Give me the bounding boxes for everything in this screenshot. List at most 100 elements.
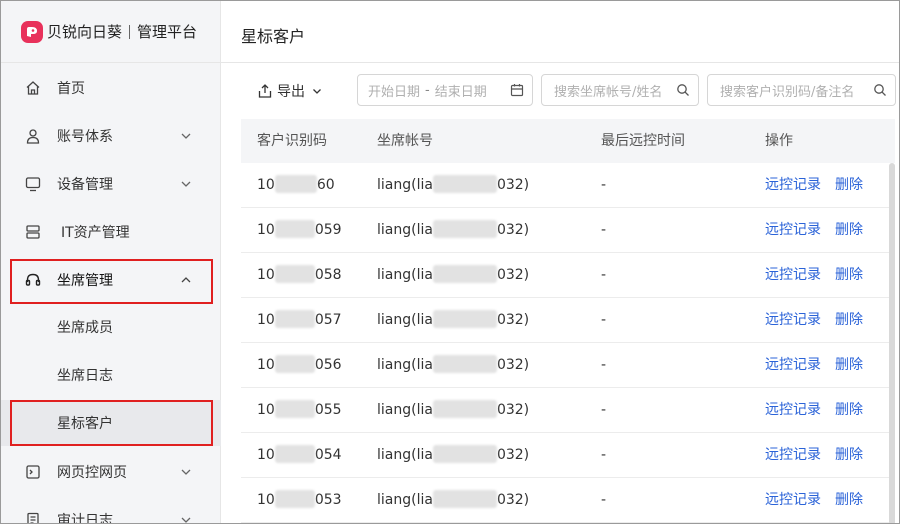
column-header-client-code: 客户识别码 xyxy=(257,133,327,149)
chevron-down-icon xyxy=(181,181,191,187)
remote-records-link[interactable]: 远控记录 xyxy=(765,478,821,523)
redacted-mask xyxy=(274,264,315,283)
table-row: 10 60 liang(lia 032) - 远控记录 删除 xyxy=(241,163,895,208)
agent-account-cell: liang(lia 032) xyxy=(377,163,529,208)
nav-item-agent-management[interactable]: 坐席管理 xyxy=(1,257,221,303)
table-row: 10 055 liang(lia 032) - 远控记录 删除 xyxy=(241,388,895,433)
brand-section: 管理平台 xyxy=(137,23,198,41)
nav-item-home[interactable]: 首页 xyxy=(1,65,221,111)
remote-records-link[interactable]: 远控记录 xyxy=(765,343,821,388)
main-content: 星标客户 导出 开始日期 - 结束日期 搜索坐席帐号/姓名 搜索客户识别码/备注… xyxy=(221,1,899,523)
agent-account-suffix: 032) xyxy=(496,312,530,328)
redacted-mask xyxy=(432,489,497,508)
chevron-down-icon xyxy=(181,469,191,475)
agent-account-cell: liang(lia 032) xyxy=(377,253,529,298)
table-scrollbar[interactable] xyxy=(889,163,895,523)
last-remote-time-cell: - xyxy=(601,402,607,418)
delete-link[interactable]: 删除 xyxy=(835,253,863,298)
date-range-picker[interactable]: 开始日期 - 结束日期 xyxy=(357,74,533,106)
agent-account-cell: liang(lia 032) xyxy=(377,388,529,433)
agent-account-cell: liang(lia 032) xyxy=(377,208,529,253)
remote-records-link[interactable]: 远控记录 xyxy=(765,208,821,253)
agent-account-suffix: 032) xyxy=(496,177,530,193)
calendar-icon xyxy=(510,84,524,97)
delete-link[interactable]: 删除 xyxy=(835,388,863,433)
table-row: 10 059 liang(lia 032) - 远控记录 删除 xyxy=(241,208,895,253)
nav-item-label: 首页 xyxy=(57,81,85,97)
client-code-cell: 10 055 xyxy=(257,388,342,433)
agent-account-prefix: liang(lia xyxy=(377,312,433,328)
nav-item-audit-logs[interactable]: 审计日志 xyxy=(1,497,221,524)
nav-item-it-assets[interactable]: IT资产管理 xyxy=(1,209,221,255)
sub-item-agent-logs[interactable]: 坐席日志 xyxy=(1,352,221,398)
redacted-mask xyxy=(274,399,315,418)
page-title: 星标客户 xyxy=(241,27,306,46)
remote-records-link[interactable]: 远控记录 xyxy=(765,253,821,298)
client-code-cell: 10 059 xyxy=(257,208,342,253)
brand-header: 贝锐向日葵 管理平台 xyxy=(1,1,221,63)
last-remote-time-cell: - xyxy=(601,267,607,283)
delete-link[interactable]: 删除 xyxy=(835,163,863,208)
redacted-mask xyxy=(432,354,497,373)
nav-item-web-control[interactable]: 网页控网页 xyxy=(1,449,221,495)
delete-link[interactable]: 删除 xyxy=(835,343,863,388)
redacted-mask xyxy=(432,444,497,463)
export-icon xyxy=(258,84,272,98)
last-remote-time-cell: - xyxy=(601,312,607,328)
agent-account-prefix: liang(lia xyxy=(377,357,433,373)
redacted-mask xyxy=(432,219,497,238)
client-code-prefix: 10 xyxy=(257,357,275,373)
chevron-down-icon xyxy=(181,133,191,139)
sub-item-starred-clients[interactable]: 星标客户 xyxy=(1,400,221,446)
table-row: 10 057 liang(lia 032) - 远控记录 删除 xyxy=(241,298,895,343)
header-divider xyxy=(221,62,899,63)
redacted-mask xyxy=(274,489,315,508)
delete-link[interactable]: 删除 xyxy=(835,433,863,478)
terminal-icon xyxy=(24,463,42,481)
delete-link[interactable]: 删除 xyxy=(835,478,863,523)
nav-item-devices[interactable]: 设备管理 xyxy=(1,161,221,207)
brand-divider xyxy=(129,24,131,39)
export-button[interactable]: 导出 xyxy=(257,79,323,103)
client-code-suffix: 059 xyxy=(314,222,342,238)
client-code-cell: 10 60 xyxy=(257,163,335,208)
client-code-cell: 10 058 xyxy=(257,253,342,298)
brand-name: 贝锐向日葵 xyxy=(47,23,123,41)
sub-item-label: 星标客户 xyxy=(57,416,113,432)
sub-item-label: 坐席日志 xyxy=(57,368,113,384)
client-code-prefix: 10 xyxy=(257,402,275,418)
table-row: 10 056 liang(lia 032) - 远控记录 删除 xyxy=(241,343,895,388)
search-client-placeholder: 搜索客户识别码/备注名 xyxy=(720,84,855,100)
remote-records-link[interactable]: 远控记录 xyxy=(765,163,821,208)
remote-records-link[interactable]: 远控记录 xyxy=(765,388,821,433)
remote-records-link[interactable]: 远控记录 xyxy=(765,298,821,343)
nav-item-label: 审计日志 xyxy=(57,513,113,524)
remote-records-link[interactable]: 远控记录 xyxy=(765,433,821,478)
search-client-input[interactable]: 搜索客户识别码/备注名 xyxy=(707,74,896,106)
column-header-last-remote-time: 最后远控时间 xyxy=(601,133,685,149)
last-remote-time-cell: - xyxy=(601,222,607,238)
agent-account-cell: liang(lia 032) xyxy=(377,433,529,478)
nav-item-label: 设备管理 xyxy=(57,177,113,193)
agent-account-suffix: 032) xyxy=(496,357,530,373)
headset-icon xyxy=(24,271,42,289)
delete-link[interactable]: 删除 xyxy=(835,208,863,253)
sub-item-agent-members[interactable]: 坐席成员 xyxy=(1,304,221,350)
sidebar: 贝锐向日葵 管理平台 首页 账号体系 设备管理 IT资产管理 坐席管理 坐席成员… xyxy=(1,1,221,524)
redacted-mask xyxy=(274,219,315,238)
agent-account-cell: liang(lia 032) xyxy=(377,343,529,388)
last-remote-time-cell: - xyxy=(601,447,607,463)
agent-account-suffix: 032) xyxy=(496,447,530,463)
client-code-suffix: 60 xyxy=(316,177,335,193)
agent-account-cell: liang(lia 032) xyxy=(377,298,529,343)
home-icon xyxy=(24,79,42,97)
client-code-prefix: 10 xyxy=(257,177,275,193)
nav-item-label: 账号体系 xyxy=(57,129,113,145)
nav-item-accounts[interactable]: 账号体系 xyxy=(1,113,221,159)
redacted-mask xyxy=(274,309,315,328)
search-agent-input[interactable]: 搜索坐席帐号/姓名 xyxy=(541,74,699,106)
delete-link[interactable]: 删除 xyxy=(835,298,863,343)
agent-account-prefix: liang(lia xyxy=(377,492,433,508)
date-separator: - xyxy=(425,82,430,98)
table-row: 10 053 liang(lia 032) - 远控记录 删除 xyxy=(241,478,895,523)
